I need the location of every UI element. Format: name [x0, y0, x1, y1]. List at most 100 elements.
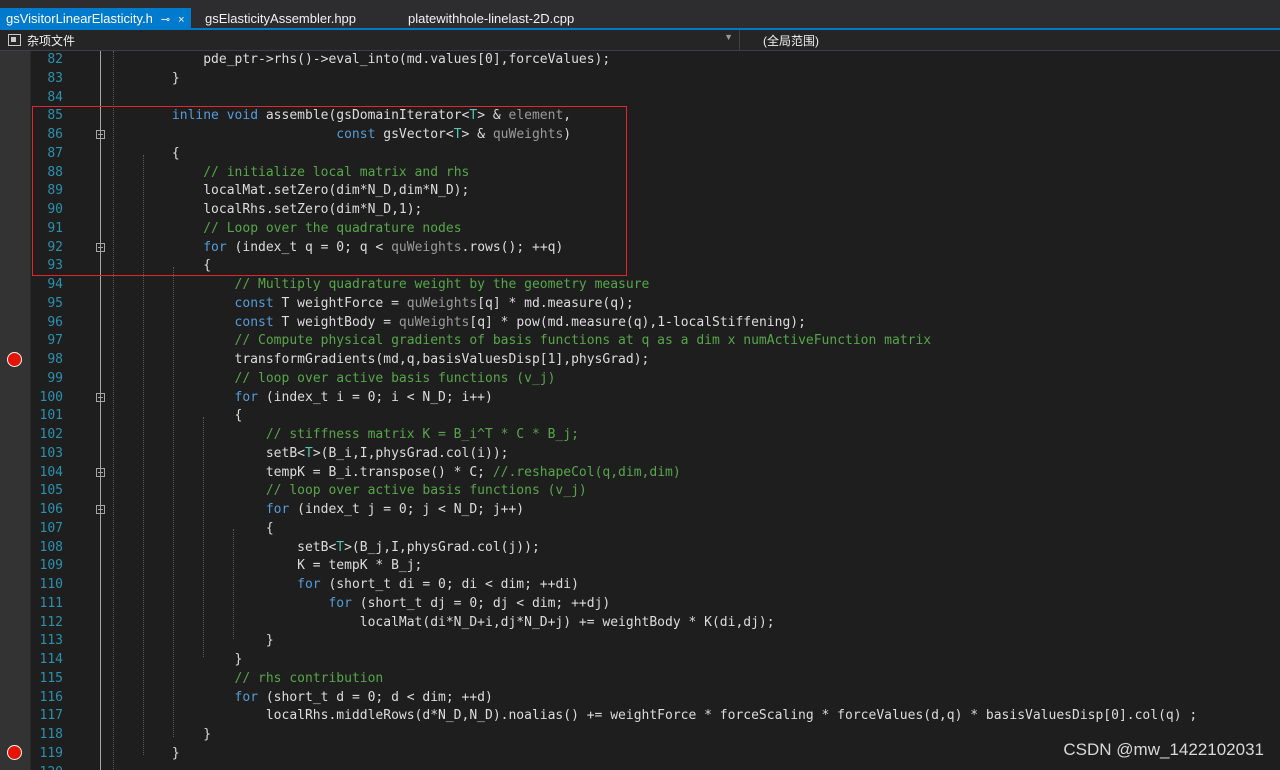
code-line[interactable]: 114 } — [0, 651, 1280, 670]
code-line[interactable]: 101 { — [0, 407, 1280, 426]
code-editor[interactable]: 82 pde_ptr->rhs()->eval_into(md.values[0… — [0, 51, 1280, 770]
code-line[interactable]: 103 setB<T>(B_i,I,physGrad.col(i)); — [0, 445, 1280, 464]
code-text: for (short_t d = 0; d < dim; ++d) — [234, 689, 493, 705]
code-line[interactable]: 82 pde_ptr->rhs()->eval_into(md.values[0… — [0, 51, 1280, 70]
code-line[interactable]: 116 for (short_t d = 0; d < dim; ++d) — [0, 689, 1280, 708]
code-line[interactable]: 94 // Multiply quadrature weight by the … — [0, 276, 1280, 295]
line-number: 99 — [47, 370, 63, 386]
code-line[interactable]: 83 } — [0, 70, 1280, 89]
tab-strip: gsVisitorLinearElasticity.h ⊸ × gsElastici… — [0, 0, 1280, 30]
code-text: K = tempK * B_j; — [78, 558, 423, 574]
tab-label: gsVisitorLinearElasticity.h — [6, 11, 153, 26]
code-line[interactable]: 113 } — [0, 632, 1280, 651]
line-number: 96 — [47, 314, 63, 330]
tab-label: platewithhole-linelast-2D.cpp — [408, 11, 575, 26]
line-number: 114 — [39, 652, 63, 667]
project-scope-dropdown[interactable]: 杂项文件 ▼ — [0, 30, 740, 50]
project-scope-label: 杂项文件 — [27, 34, 76, 48]
code-text: // loop over active basis functions (v_j… — [234, 370, 556, 386]
line-number: 110 — [39, 577, 63, 592]
code-text: for (short_t di = 0; di < dim; ++di) — [297, 577, 579, 592]
tab-gselasticityassembler[interactable]: gsElasticityAssembler.hpp — [199, 8, 362, 30]
code-text: setB<T>(B_j,I,physGrad.col(j)); — [78, 539, 540, 555]
watermark: CSDN @mw_1422102031 — [1063, 740, 1264, 759]
chevron-down-icon: ▼ — [724, 32, 733, 42]
code-line[interactable]: 107 { — [0, 520, 1280, 539]
code-line[interactable]: 108 setB<T>(B_j,I,physGrad.col(j)); — [0, 539, 1280, 558]
close-icon[interactable]: × — [178, 9, 184, 31]
line-number: 105 — [39, 483, 63, 499]
code-line[interactable]: 99 // loop over active basis functions (… — [0, 370, 1280, 389]
code-line[interactable]: 84 — [0, 89, 1280, 108]
tab-label: gsElasticityAssembler.hpp — [205, 11, 357, 26]
code-line[interactable]: 112 localMat(di*N_D+i,dj*N_D+j) += weigh… — [0, 614, 1280, 633]
code-line[interactable]: 115 // rhs contribution — [0, 670, 1280, 689]
line-number: 82 — [47, 52, 63, 67]
line-number: 107 — [39, 520, 63, 536]
code-line[interactable]: 104 tempK = B_i.transpose() * C; //.resh… — [0, 464, 1280, 483]
code-text: // Multiply quadrature weight by the geo… — [234, 277, 650, 292]
code-line[interactable]: 120 — [0, 764, 1280, 770]
code-text: { — [78, 408, 243, 424]
code-text: // rhs contribution — [234, 670, 384, 686]
code-text: for (index_t j = 0; j < N_D; j++) — [265, 502, 525, 517]
code-text: transformGradients(md,q,basisValuesDisp[… — [78, 352, 650, 367]
line-number: 106 — [39, 502, 63, 517]
line-number: 117 — [39, 708, 63, 724]
line-number: 112 — [39, 614, 63, 630]
tab-platewithhole[interactable]: platewithhole-linelast-2D.cpp — [402, 8, 580, 30]
code-line[interactable]: 95 const T weightForce = quWeights[q] * … — [0, 295, 1280, 314]
misc-files-icon — [8, 34, 21, 46]
code-line[interactable]: 102 // stiffness matrix K = B_i^T * C * … — [0, 426, 1280, 445]
code-line[interactable]: 96 const T weightBody = quWeights[q] * p… — [0, 314, 1280, 333]
navigation-bar: 杂项文件 ▼ (全局范围) — [0, 30, 1280, 51]
tab-gsvisitorlinearelasticity[interactable]: gsVisitorLinearElasticity.h ⊸ × — [0, 8, 191, 30]
line-number: 109 — [39, 558, 63, 574]
line-number: 108 — [39, 539, 63, 555]
pin-icon[interactable]: ⊸ — [161, 9, 170, 31]
line-number: 95 — [47, 295, 63, 311]
annotation-highlight-box — [32, 106, 627, 276]
line-number: 100 — [39, 389, 63, 405]
code-line[interactable]: 117 localRhs.middleRows(d*N_D,N_D).noali… — [0, 707, 1280, 726]
code-line[interactable]: 100 for (index_t i = 0; i < N_D; i++) — [0, 389, 1280, 408]
code-text: // stiffness matrix K = B_i^T * C * B_j; — [265, 427, 579, 442]
code-text: const T weightBody = quWeights[q] * pow(… — [234, 314, 806, 330]
code-line[interactable]: 97 // Compute physical gradients of basi… — [0, 332, 1280, 351]
global-scope-dropdown[interactable]: (全局范围) — [741, 30, 1280, 50]
line-number: 116 — [39, 689, 63, 705]
line-number: 98 — [47, 352, 63, 367]
code-text: for (index_t i = 0; i < N_D; i++) — [234, 389, 493, 405]
line-number: 119 — [39, 745, 63, 761]
code-text: } — [78, 70, 180, 86]
code-line[interactable]: 106 for (index_t j = 0; j < N_D; j++) — [0, 501, 1280, 520]
code-text: } — [78, 633, 274, 649]
code-line[interactable]: 110 for (short_t di = 0; di < dim; ++di) — [0, 576, 1280, 595]
code-text: // loop over active basis functions (v_j… — [265, 483, 587, 499]
code-text: setB<T>(B_i,I,physGrad.col(i)); — [78, 445, 509, 461]
line-number: 120 — [31, 764, 63, 770]
line-number: 118 — [39, 727, 63, 742]
line-number: 101 — [39, 408, 63, 424]
global-scope-label: (全局范围) — [763, 34, 819, 48]
code-text: localMat(di*N_D+i,dj*N_D+j) += weightBod… — [78, 614, 775, 630]
code-text: for (short_t dj = 0; dj < dim; ++dj) — [328, 595, 611, 611]
line-number: 115 — [39, 670, 63, 686]
line-number: 113 — [39, 633, 63, 649]
code-text: { — [78, 520, 274, 536]
line-number: 104 — [39, 464, 63, 480]
code-text: } — [78, 745, 180, 761]
code-line[interactable]: 105 // loop over active basis functions … — [0, 482, 1280, 501]
line-number: 103 — [39, 445, 63, 461]
code-text: } — [78, 727, 212, 742]
code-line[interactable]: 109 K = tempK * B_j; — [0, 557, 1280, 576]
code-text: pde_ptr->rhs()->eval_into(md.values[0],f… — [78, 52, 611, 67]
code-text: // Compute physical gradients of basis f… — [234, 333, 932, 349]
code-text: const T weightForce = quWeights[q] * md.… — [234, 295, 634, 311]
code-line[interactable]: 98 transformGradients(md,q,basisValuesDi… — [0, 351, 1280, 370]
code-line[interactable]: 111 for (short_t dj = 0; dj < dim; ++dj) — [0, 595, 1280, 614]
code-text: tempK = B_i.transpose() * C; //.reshapeC… — [78, 464, 681, 480]
line-number: 94 — [47, 277, 63, 292]
line-number: 83 — [47, 70, 63, 86]
line-number: 102 — [39, 427, 63, 442]
